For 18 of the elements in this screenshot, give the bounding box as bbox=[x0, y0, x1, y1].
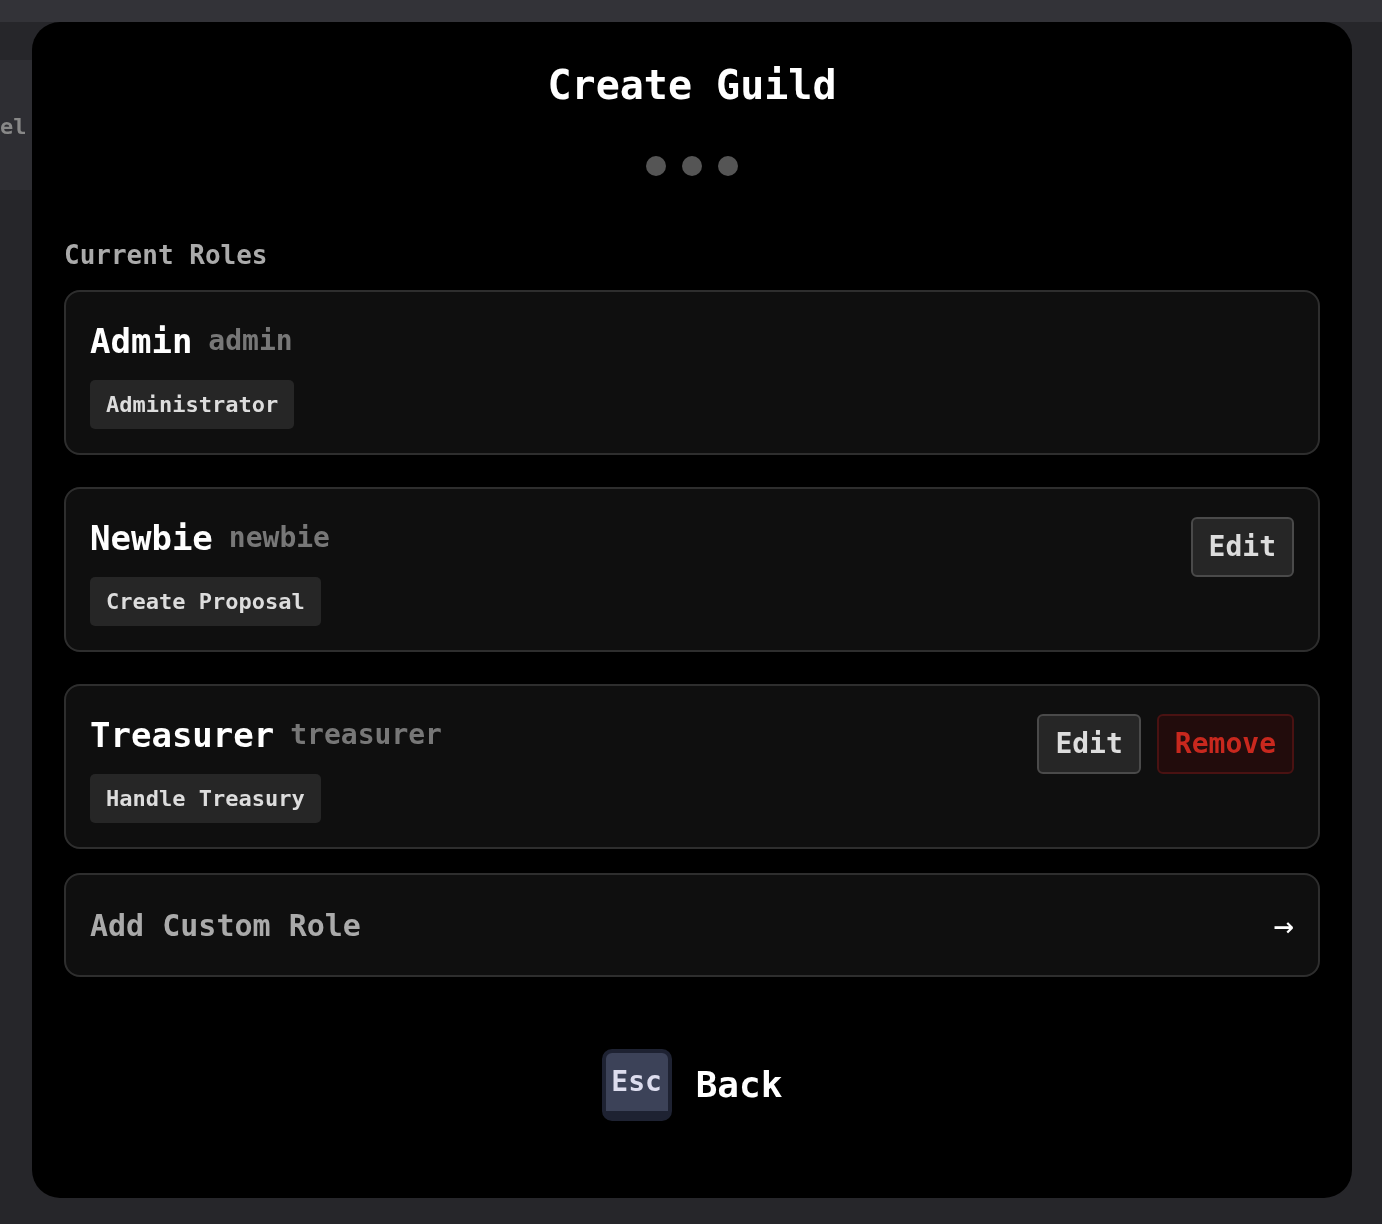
dialog-title: Create Guild bbox=[547, 61, 837, 110]
esc-key-icon: Esc bbox=[601, 1049, 672, 1121]
role-slug: newbie bbox=[228, 520, 330, 556]
background-label: el bbox=[0, 113, 27, 141]
role-name: Admin bbox=[90, 319, 193, 363]
role-slug: admin bbox=[208, 323, 293, 359]
edit-button[interactable]: Edit bbox=[1190, 517, 1294, 577]
role-name: Treasurer bbox=[90, 713, 275, 757]
role-name: Newbie bbox=[90, 516, 213, 560]
arrow-icon: → bbox=[1273, 899, 1294, 951]
back-button[interactable]: Esc Back bbox=[601, 1049, 783, 1121]
permission-tag: Create Proposal bbox=[90, 577, 321, 626]
permission-tag: Handle Treasury bbox=[90, 774, 321, 823]
role-slug: treasurer bbox=[290, 717, 442, 753]
section-title: Current Roles bbox=[64, 239, 268, 272]
edit-button[interactable]: Edit bbox=[1037, 714, 1141, 774]
permission-tag: Administrator bbox=[90, 380, 295, 429]
add-role-button[interactable]: Add Custom Role → bbox=[64, 873, 1320, 977]
